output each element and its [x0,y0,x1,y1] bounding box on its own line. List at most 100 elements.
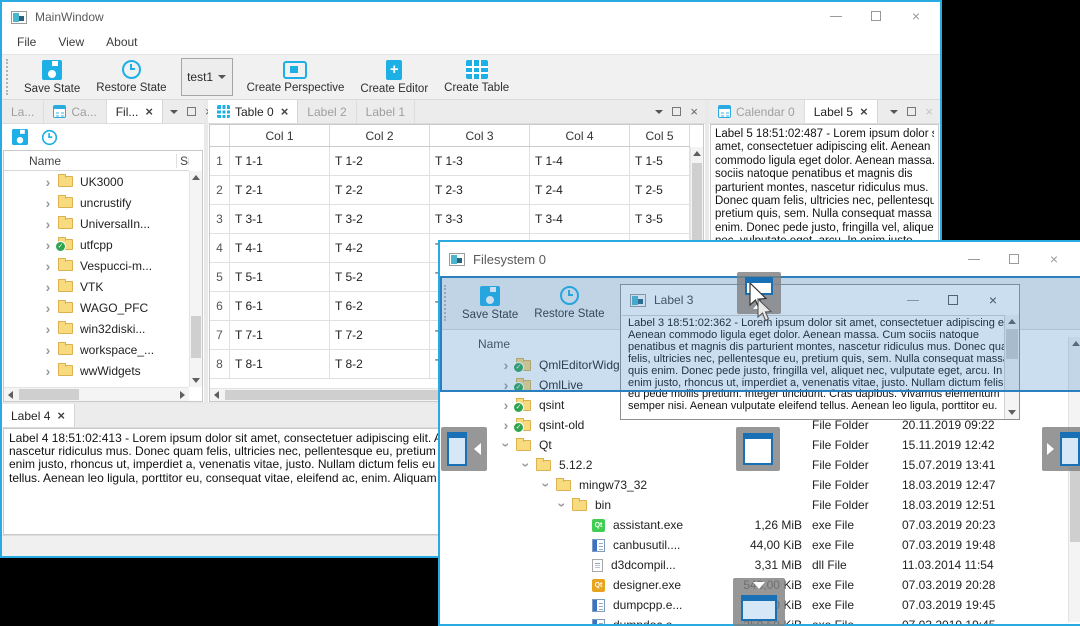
expander-icon[interactable] [536,477,556,493]
tab-label5[interactable]: Label 5 × [804,100,878,123]
expander-icon[interactable] [38,279,58,295]
row-number[interactable]: 5 [210,263,230,292]
close-button[interactable]: × [1034,242,1074,276]
tree-item[interactable]: Vespucci-m... [4,255,189,276]
tree-item[interactable]: uncrustify [4,192,189,213]
tree-item[interactable]: UniversalIn... [4,213,189,234]
close-button[interactable]: × [896,2,936,30]
table-cell[interactable]: T 1-3 [430,147,530,176]
restore-state-button[interactable]: Restore State [88,55,174,99]
table-cell[interactable]: T 8-2 [330,350,430,379]
scroll-left-icon[interactable] [214,391,219,399]
tree-item[interactable]: VTK [4,276,189,297]
scroll-left-icon[interactable] [8,391,13,399]
dock-left-indicator[interactable] [441,427,487,471]
table-cell[interactable]: T 3-1 [230,205,330,234]
table-cell[interactable]: T 4-1 [230,234,330,263]
tab-calendar0[interactable]: Calendar 0 [709,100,805,123]
scrollbar-thumb[interactable] [225,390,445,400]
tab-calendar[interactable]: Ca... [44,100,107,123]
column-header[interactable]: Col 4 [530,125,630,146]
create-perspective-button[interactable]: Create Perspective [239,55,353,99]
tab-list-dropdown-icon[interactable] [890,109,899,114]
maximize-button[interactable] [856,2,896,30]
tab-list-dropdown-icon[interactable] [655,109,664,114]
expander-icon[interactable] [38,342,58,358]
tree-item[interactable]: win32diski... [4,318,189,339]
close-tab-icon[interactable]: × [860,104,868,119]
horizontal-scrollbar[interactable] [4,387,189,401]
close-tab-icon[interactable]: × [145,104,153,119]
tree-item[interactable]: UK3000 [4,171,189,192]
table-cell[interactable]: T 3-5 [630,205,690,234]
table-cell[interactable]: T 2-3 [430,176,530,205]
scroll-up-icon[interactable] [693,151,701,156]
table-cell[interactable]: T 6-2 [330,292,430,321]
expander-icon[interactable] [496,437,516,453]
vertical-scrollbar[interactable] [189,171,202,387]
menu-file[interactable]: File [6,35,47,49]
table-cell[interactable]: T 5-2 [330,263,430,292]
column-header[interactable]: Col 2 [330,125,430,146]
row-number[interactable]: 3 [210,205,230,234]
tab-list-dropdown-icon[interactable] [169,109,178,114]
name-column-header[interactable]: Name [29,154,61,168]
dock-right-indicator[interactable] [1042,427,1080,471]
save-icon[interactable] [12,129,28,145]
tree-item[interactable]: workspace_... [4,339,189,360]
create-table-button[interactable]: Create Table [436,55,517,99]
tab-filesystem[interactable]: Fil... × [106,100,163,123]
column-header[interactable]: Col 3 [430,125,530,146]
expander-icon[interactable] [572,557,592,573]
file-row[interactable]: d3dcompil... 3,31 MiB dll File 11.03.201… [440,555,1080,575]
file-row[interactable]: canbusutil.... 44,00 KiB exe File 07.03.… [440,535,1080,555]
table-cell[interactable]: T 3-4 [530,205,630,234]
table-cell[interactable]: T 8-1 [230,350,330,379]
column-header[interactable]: Col 5 [630,125,690,146]
row-number[interactable]: 4 [210,234,230,263]
scroll-up-icon[interactable] [192,175,200,180]
table-cell[interactable]: T 2-1 [230,176,330,205]
table-cell[interactable]: T 7-1 [230,321,330,350]
expander-icon[interactable] [38,321,58,337]
tab-table0[interactable]: Table 0 × [208,100,299,123]
toolbar-grip[interactable] [6,59,12,95]
expander-icon[interactable] [572,537,592,553]
dock-center-indicator[interactable] [736,427,780,471]
maximize-button[interactable] [994,242,1034,276]
file-row[interactable]: mingw73_32 File Folder 18.03.2019 12:47 [440,475,1080,495]
undock-icon[interactable] [672,107,682,116]
table-cell[interactable]: T 2-5 [630,176,690,205]
minimize-button[interactable] [954,242,994,276]
scroll-down-icon[interactable] [1008,410,1016,415]
expander-icon[interactable] [572,617,592,624]
row-number[interactable]: 6 [210,292,230,321]
tab-label2[interactable]: Label 2 [298,100,357,123]
dock-bottom-indicator[interactable] [733,578,785,626]
tab-labels[interactable]: La... [2,100,45,123]
file-row[interactable]: bin File Folder 18.03.2019 12:51 [440,495,1080,515]
table-cell[interactable]: T 7-2 [330,321,430,350]
expander-icon[interactable] [38,300,58,316]
minimize-button[interactable] [816,2,856,30]
expander-icon[interactable] [38,174,58,190]
close-panel-icon[interactable]: × [690,105,698,118]
expander-icon[interactable] [38,363,58,379]
table-cell[interactable]: T 2-2 [330,176,430,205]
menu-view[interactable]: View [47,35,95,49]
menu-about[interactable]: About [95,35,148,49]
close-tab-icon[interactable]: × [281,104,289,119]
expander-icon[interactable] [572,577,592,593]
row-number[interactable]: 1 [210,147,230,176]
perspective-combobox[interactable]: test1 [180,58,233,96]
expander-icon[interactable] [38,216,58,232]
save-state-button[interactable]: Save State [16,55,88,99]
scrollbar-thumb[interactable] [1070,467,1080,542]
expander-icon[interactable] [38,258,58,274]
column-header[interactable]: Col 1 [230,125,330,146]
table-cell[interactable]: T 6-1 [230,292,330,321]
table-cell[interactable]: T 3-2 [330,205,430,234]
undock-icon[interactable] [186,107,196,116]
row-number[interactable]: 2 [210,176,230,205]
scroll-down-icon[interactable] [192,378,200,383]
